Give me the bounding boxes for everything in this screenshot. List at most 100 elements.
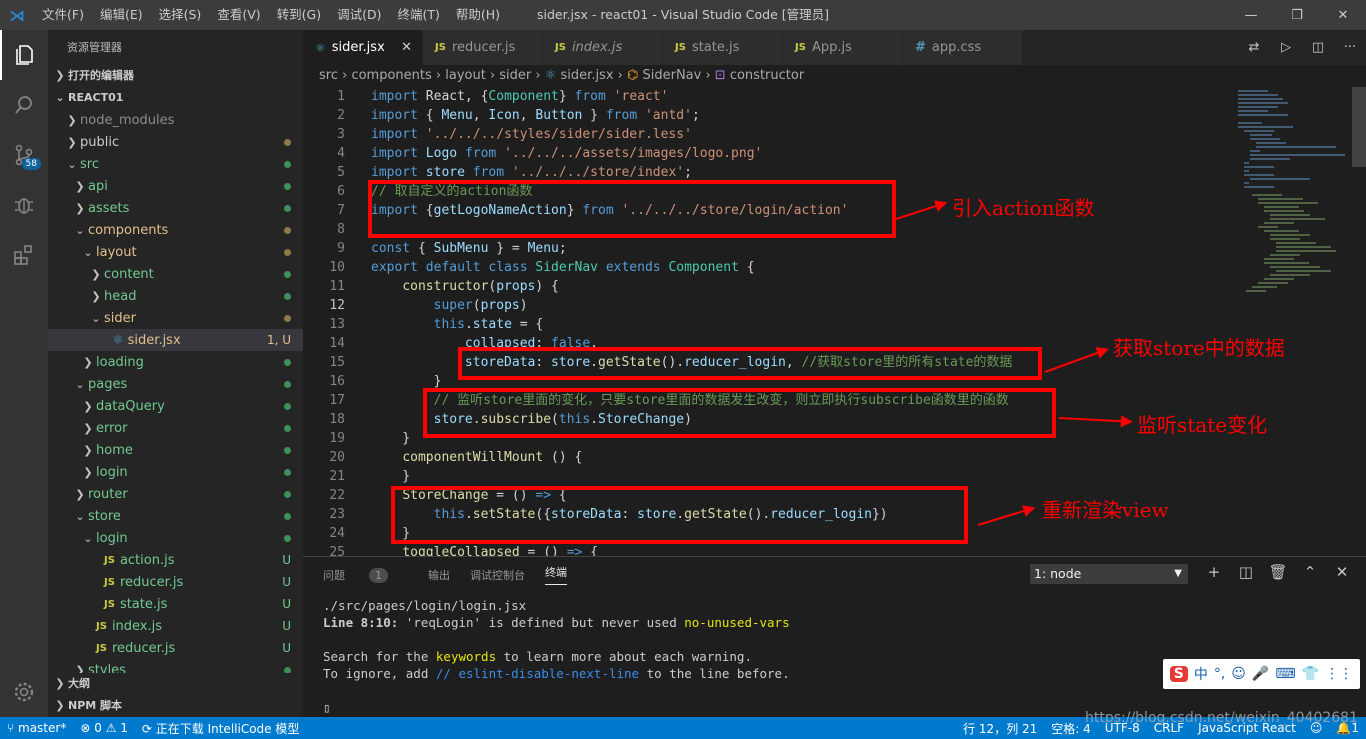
compare-changes-icon[interactable]: ⇄	[1238, 40, 1270, 55]
terminal-output[interactable]: ./src/pages/login/login.jsx Line 8:10: '…	[323, 597, 790, 716]
tree-item[interactable]: JS reducer.js U	[48, 571, 303, 593]
tree-item[interactable]: ⌄ store	[48, 505, 303, 527]
minimap[interactable]	[1232, 87, 1352, 327]
tree-item[interactable]: JS index.js U	[48, 615, 303, 637]
tab-app-css[interactable]: # app.css	[903, 30, 1023, 65]
tab-sider-jsx[interactable]: ⚛ sider.jsx ✕	[303, 30, 423, 65]
tab-debug-console[interactable]: 调试控制台	[470, 567, 525, 583]
problems-status[interactable]: ⊗ 0 ⚠ 1	[73, 721, 135, 735]
breadcrumb-item[interactable]: layout	[445, 68, 486, 83]
tab-App-js[interactable]: JS App.js	[783, 30, 903, 65]
outline-section[interactable]: ❯ 大纲	[48, 673, 303, 695]
tree-item[interactable]: ❯ login	[48, 461, 303, 483]
maximize-panel-icon[interactable]: ⌃	[1294, 563, 1326, 581]
run-icon[interactable]: ▷	[1270, 40, 1302, 55]
breadcrumb-item[interactable]: sider.jsx	[561, 68, 614, 83]
breadcrumb-item[interactable]: sider	[499, 68, 531, 83]
code-line: import { Menu, Icon, Button } from 'antd…	[371, 106, 700, 125]
settings-gear-icon[interactable]	[0, 667, 48, 717]
search-icon[interactable]	[0, 80, 48, 130]
chevron-right-icon: ❯	[83, 465, 93, 479]
menu-item[interactable]: 编辑(E)	[92, 0, 151, 30]
breadcrumb-item[interactable]: components	[351, 68, 431, 83]
extensions-icon[interactable]	[0, 230, 48, 280]
menu-item[interactable]: 终端(T)	[389, 0, 447, 30]
git-status-dot	[284, 135, 291, 149]
intellicode-status[interactable]: ⟳ 正在下载 IntelliCode 模型	[135, 720, 306, 737]
ime-button[interactable]: ☺	[1231, 666, 1246, 682]
tree-item[interactable]: ⌄ src	[48, 153, 303, 175]
tree-item[interactable]: ❯ error	[48, 417, 303, 439]
tree-item[interactable]: ⌄ sider	[48, 307, 303, 329]
more-actions-icon[interactable]: ···	[1334, 40, 1366, 55]
tree-item[interactable]: ❯ dataQuery	[48, 395, 303, 417]
tab-terminal[interactable]: 终端	[545, 564, 567, 585]
maximize-icon[interactable]: ❐	[1274, 0, 1320, 30]
tree-item[interactable]: ❯ api	[48, 175, 303, 197]
explorer-icon[interactable]	[0, 30, 48, 80]
breadcrumb-item[interactable]: constructor	[730, 68, 804, 83]
tab-output[interactable]: 输出	[428, 567, 450, 583]
editor-scrollbar[interactable]	[1352, 87, 1366, 556]
line-number: 6	[337, 184, 345, 199]
close-tab-icon[interactable]: ✕	[401, 40, 412, 55]
npm-scripts-section[interactable]: ❯ NPM 脚本	[48, 695, 303, 717]
tree-item[interactable]: ❯ head	[48, 285, 303, 307]
project-section[interactable]: ⌄ REACT01	[48, 87, 303, 109]
menu-item[interactable]: 文件(F)	[34, 0, 92, 30]
split-terminal-icon[interactable]: ◫	[1230, 563, 1262, 581]
tree-item[interactable]: ❯ content	[48, 263, 303, 285]
tree-item[interactable]: JS action.js U	[48, 549, 303, 571]
debug-icon[interactable]	[0, 180, 48, 230]
tab-index-js[interactable]: JS index.js	[543, 30, 663, 65]
menu-item[interactable]: 选择(S)	[151, 0, 210, 30]
scrollbar-thumb[interactable]	[1352, 87, 1366, 167]
close-panel-icon[interactable]: ✕	[1326, 563, 1358, 581]
tree-item[interactable]: ⌄ components	[48, 219, 303, 241]
branch-status[interactable]: ⑂ master*	[0, 721, 73, 735]
ime-button[interactable]: 👕	[1302, 666, 1319, 682]
ime-button[interactable]: ⋮⋮	[1325, 666, 1353, 682]
tree-item[interactable]: JS reducer.js U	[48, 637, 303, 659]
cursor-position[interactable]: 行 12，列 21	[956, 720, 1044, 737]
ime-button[interactable]: 🎤	[1252, 666, 1269, 682]
close-window-icon[interactable]: ✕	[1320, 0, 1366, 30]
ime-button[interactable]: 中	[1194, 664, 1208, 684]
breadcrumb-item[interactable]: src	[319, 68, 338, 83]
menu-item[interactable]: 帮助(H)	[448, 0, 508, 30]
trash-icon[interactable]: 🗑	[1262, 563, 1294, 581]
tree-item[interactable]: ❯ home	[48, 439, 303, 461]
ime-button[interactable]: °,	[1214, 666, 1225, 682]
menu-item[interactable]: 调试(D)	[329, 0, 389, 30]
menu-item[interactable]: 转到(G)	[269, 0, 329, 30]
terminal-select[interactable]: 1: node ▼	[1030, 564, 1188, 584]
code-token: = {	[519, 317, 544, 332]
chevron-right-icon: ❯	[83, 355, 93, 369]
tree-item[interactable]: ❯ loading	[48, 351, 303, 373]
tree-item[interactable]: JS state.js U	[48, 593, 303, 615]
menu-item[interactable]: 查看(V)	[209, 0, 268, 30]
tree-item[interactable]: ⌄ pages	[48, 373, 303, 395]
tab-reducer-js[interactable]: JS reducer.js	[423, 30, 543, 65]
minimize-icon[interactable]: —	[1228, 0, 1274, 30]
tree-item[interactable]: ❯ router	[48, 483, 303, 505]
ime-toolbar[interactable]: S 中 °, ☺ 🎤 ⌨ 👕 ⋮⋮	[1162, 659, 1360, 689]
new-terminal-icon[interactable]: +	[1198, 563, 1230, 581]
tab-state-js[interactable]: JS state.js	[663, 30, 783, 65]
annotation-label: 重新渲染view	[1042, 498, 1169, 522]
tree-item[interactable]: ❯ public	[48, 131, 303, 153]
tree-item[interactable]: ❯ node_modules	[48, 109, 303, 131]
tab-problems[interactable]: 问题 1	[323, 567, 408, 583]
tree-item[interactable]: ⚛ sider.jsx 1, U	[48, 329, 303, 351]
source-control-icon[interactable]: 58	[0, 130, 48, 180]
code-token: 'react'	[613, 89, 669, 104]
line-number: 5	[337, 165, 345, 180]
open-editors-section[interactable]: ❯ 打开的编辑器	[48, 65, 303, 87]
tree-item[interactable]: ⌄ layout	[48, 241, 303, 263]
ime-button[interactable]: ⌨	[1275, 666, 1295, 682]
tree-item[interactable]: ⌄ login	[48, 527, 303, 549]
tree-item[interactable]: ❯ assets	[48, 197, 303, 219]
breadcrumb-item[interactable]: SiderNav	[642, 68, 701, 83]
split-editor-icon[interactable]: ◫	[1302, 40, 1334, 55]
tree-item-label: error	[96, 420, 128, 436]
